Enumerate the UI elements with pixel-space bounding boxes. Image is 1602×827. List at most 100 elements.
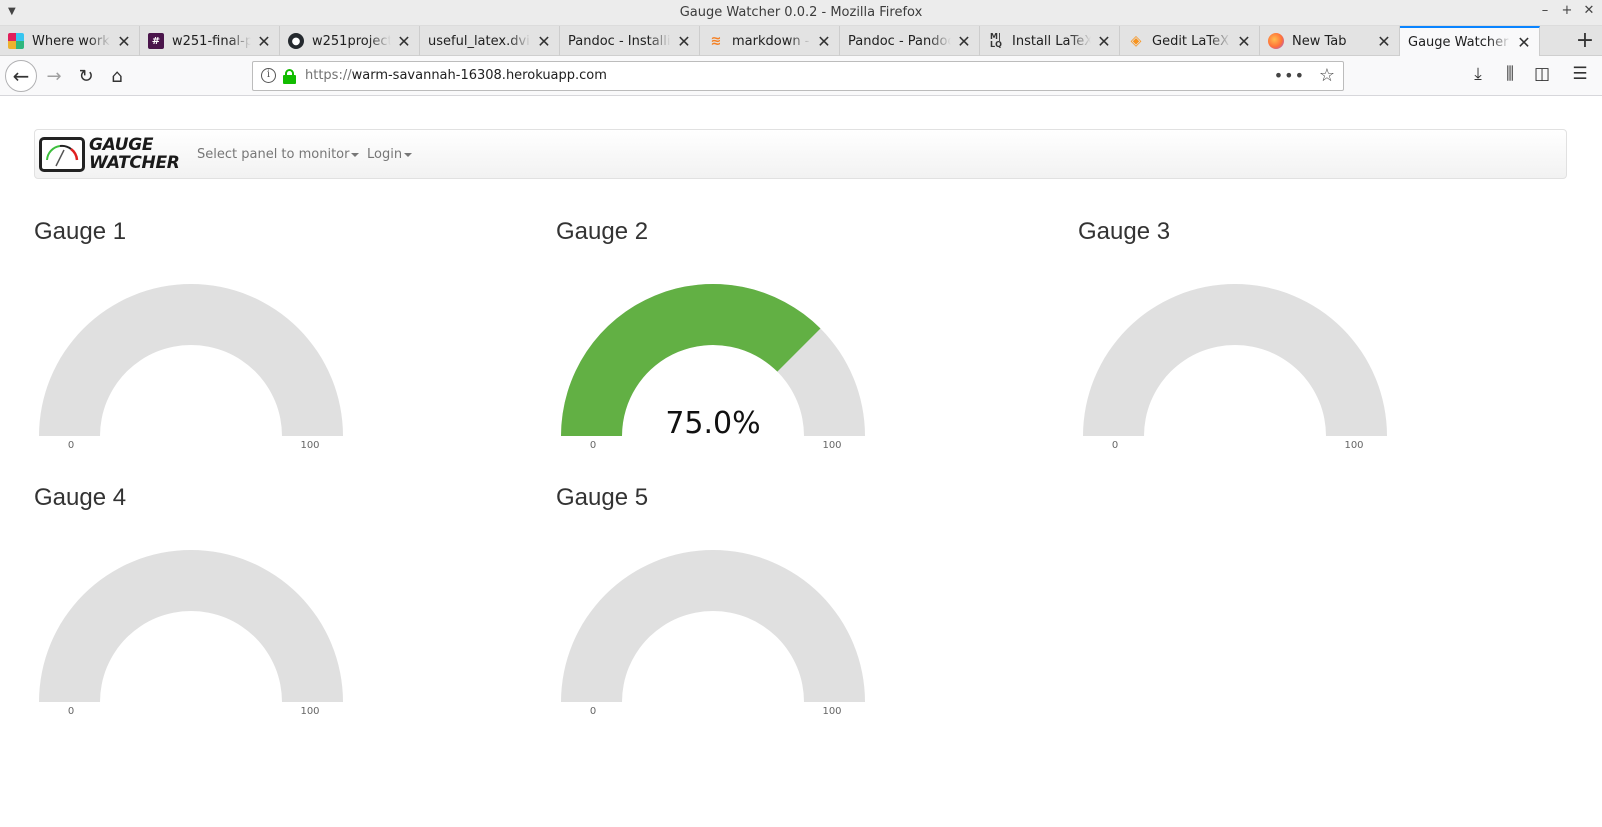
close-tab-icon[interactable]: ✕ — [1517, 33, 1531, 52]
gauge-title: Gauge 4 — [34, 484, 127, 511]
gauge-chart: 0 100 — [39, 550, 343, 717]
gauge-panel-5: Gauge 5 0 100 — [556, 484, 976, 744]
gauge-max-label: 100 — [300, 706, 319, 717]
login-dropdown[interactable]: Login — [367, 147, 413, 162]
gauge-panel-4: Gauge 4 0 100 — [34, 484, 454, 744]
gauge-min-label: 0 — [590, 440, 596, 451]
gauge-track — [561, 550, 865, 702]
brand-line-1: GAUGE — [89, 135, 154, 155]
gauge-chart: 75.0% 0 100 — [561, 284, 865, 451]
nav-toolbar: ← → ↻ ⌂ i https://warm-savannah-16308.he… — [0, 56, 1602, 96]
gauge-panel-3: Gauge 3 0 100 — [1078, 218, 1498, 478]
tab-strip: Where work happens ✕ # w251-final-projec… — [0, 26, 1602, 56]
forward-icon[interactable]: → — [40, 62, 68, 90]
address-bar[interactable]: i https://warm-savannah-16308.herokuapp.… — [252, 61, 1344, 91]
tab-2[interactable]: # w251-final-project ✕ — [140, 26, 280, 56]
close-tab-icon[interactable]: ✕ — [117, 32, 131, 51]
gauge-max-label: 100 — [822, 706, 841, 717]
tab-7[interactable]: Pandoc - Pandoc U ✕ — [840, 26, 980, 56]
close-tab-icon[interactable]: ✕ — [397, 32, 411, 51]
maximize-icon[interactable]: + — [1560, 3, 1574, 18]
gauge-title: Gauge 2 — [556, 218, 649, 245]
tab-label: Install LaTeX o — [1012, 33, 1091, 49]
downloads-icon[interactable]: ⤓ — [1466, 64, 1490, 84]
brand-line-2: WATCHER — [89, 153, 180, 173]
library-icon[interactable]: ⫼ — [1498, 64, 1522, 84]
tab-label: Pandoc - Pandoc U — [848, 33, 951, 49]
bookmark-star-icon[interactable]: ☆ — [1319, 65, 1335, 86]
sidebar-icon[interactable]: ◫ — [1530, 64, 1554, 84]
info-icon[interactable]: i — [261, 68, 276, 83]
minimize-icon[interactable]: – — [1538, 3, 1552, 18]
tab-10[interactable]: New Tab ✕ — [1260, 26, 1400, 56]
tab-4[interactable]: useful_latex.dvi - u ✕ — [420, 26, 560, 56]
tab-label: Pandoc - Installing — [568, 33, 671, 49]
close-tab-icon[interactable]: ✕ — [817, 32, 831, 51]
close-tab-icon[interactable]: ✕ — [677, 32, 691, 51]
app-navbar: GAUGE WATCHER Select panel to monitor Lo… — [34, 129, 1567, 179]
gauge-panel-1: Gauge 1 0 100 — [34, 218, 454, 478]
gedit-icon: ◈ — [1130, 33, 1142, 49]
gauge-track — [39, 550, 343, 702]
gauge-track — [1083, 284, 1387, 436]
tab-label: Gauge Watcher 0.0.2 — [1408, 34, 1511, 50]
mlq-icon: M| LQ — [990, 32, 1002, 49]
select-panel-label: Select panel to monitor — [197, 147, 350, 162]
tab-1[interactable]: Where work happens ✕ — [0, 26, 140, 56]
tab-label: Where work happens — [32, 33, 111, 49]
gauge-min-label: 0 — [68, 706, 74, 717]
tab-5[interactable]: Pandoc - Installing ✕ — [560, 26, 700, 56]
page-actions-icon[interactable]: ••• — [1274, 66, 1305, 85]
close-tab-icon[interactable]: ✕ — [257, 32, 271, 51]
close-tab-icon[interactable]: ✕ — [1097, 32, 1111, 51]
gauge-min-label: 0 — [1112, 440, 1118, 451]
lock-icon[interactable] — [283, 69, 296, 84]
hamburger-menu-icon[interactable]: ☰ — [1568, 64, 1592, 84]
gauge-title: Gauge 5 — [556, 484, 649, 511]
login-label: Login — [367, 147, 403, 162]
gauge-chart: 0 100 — [1083, 284, 1387, 451]
gauge-value: 75.0% — [665, 406, 760, 441]
caret-down-icon — [351, 152, 360, 157]
window-title: Gauge Watcher 0.0.2 - Mozilla Firefox — [679, 5, 923, 20]
brand-logo[interactable]: GAUGE WATCHER — [39, 135, 180, 175]
caret-down-icon — [404, 152, 413, 157]
brand-name: GAUGE WATCHER — [89, 136, 180, 172]
new-tab-icon[interactable]: + — [1572, 28, 1598, 53]
gauge-max-label: 100 — [1344, 440, 1363, 451]
reload-icon[interactable]: ↻ — [72, 62, 100, 90]
back-icon[interactable]: ← — [5, 60, 37, 92]
close-tab-icon[interactable]: ✕ — [537, 32, 551, 51]
gauge-chart: 0 100 — [39, 284, 343, 451]
tab-8[interactable]: M|LQ Install LaTeX o ✕ — [980, 26, 1120, 56]
tab-label: markdown - git — [732, 33, 811, 49]
slack-channel-icon: # — [148, 33, 164, 49]
github-icon: ● — [288, 33, 304, 49]
close-window-icon[interactable]: ✕ — [1582, 3, 1596, 18]
tab-3[interactable]: ● w251project/test ✕ — [280, 26, 420, 56]
tab-label: w251project/test — [312, 33, 391, 49]
gauge-max-label: 100 — [822, 440, 841, 451]
close-tab-icon[interactable]: ✕ — [1377, 32, 1391, 51]
url-text[interactable]: https://warm-savannah-16308.herokuapp.co… — [305, 68, 607, 83]
close-tab-icon[interactable]: ✕ — [957, 32, 971, 51]
tab-label: useful_latex.dvi - u — [428, 33, 531, 49]
tab-11-active[interactable]: Gauge Watcher 0.0.2 ✕ — [1400, 26, 1540, 56]
select-panel-dropdown[interactable]: Select panel to monitor — [197, 147, 360, 162]
gauge-max-label: 100 — [300, 440, 319, 451]
gauge-panel-2: Gauge 2 75.0% 0 100 — [556, 218, 976, 478]
gauge-track — [39, 284, 343, 436]
tab-label: Gedit LaTeX Pl — [1152, 33, 1231, 49]
tab-6[interactable]: ≋ markdown - git ✕ — [700, 26, 840, 56]
firefox-icon — [1268, 33, 1284, 49]
slack-icon — [8, 33, 24, 49]
close-tab-icon[interactable]: ✕ — [1237, 32, 1251, 51]
home-icon[interactable]: ⌂ — [103, 62, 131, 90]
gauge-logo-icon — [39, 137, 85, 172]
tab-9[interactable]: ◈ Gedit LaTeX Pl ✕ — [1120, 26, 1260, 56]
gauge-chart: 0 100 — [561, 550, 865, 717]
url-scheme: https:// — [305, 68, 352, 83]
gauge-min-label: 0 — [68, 440, 74, 451]
window-controls: – + ✕ — [1538, 3, 1596, 18]
gauge-title: Gauge 3 — [1078, 218, 1171, 245]
